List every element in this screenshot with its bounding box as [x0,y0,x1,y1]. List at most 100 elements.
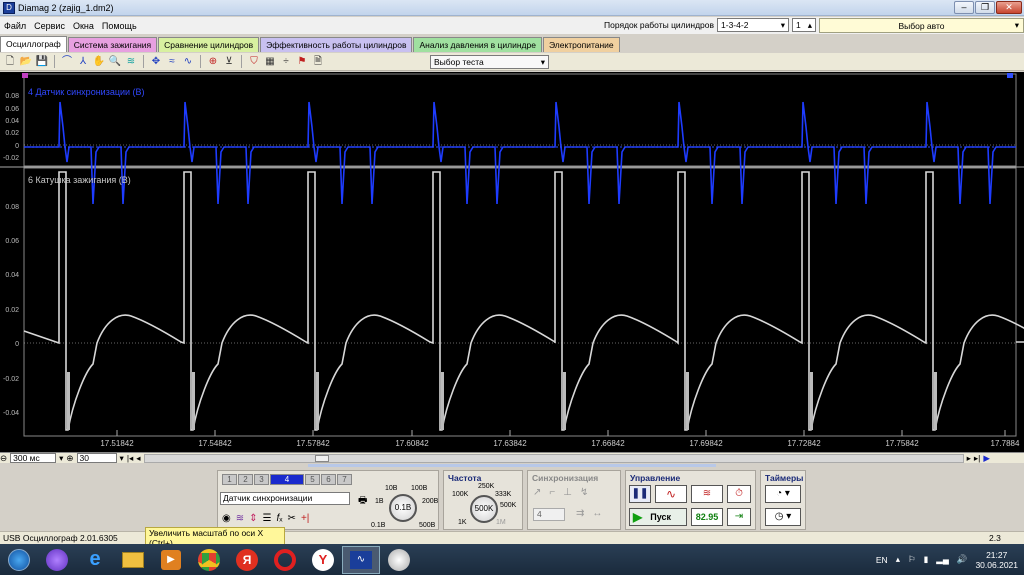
tab-cylinder-compare[interactable]: Сравнение цилиндров [158,37,260,52]
split-icon[interactable]: ÷ [279,55,293,69]
language-indicator[interactable]: EN [876,555,888,565]
channel-4-button[interactable]: 4 [270,474,304,485]
report-icon[interactable]: 🗎 [311,55,325,69]
tab-cylinder-efficiency[interactable]: Эффективность работы цилиндров [260,37,413,52]
noise-button[interactable]: ≋ [691,485,723,503]
horizontal-scrollbar[interactable] [143,453,964,463]
auto-select[interactable]: Выбор авто ▾ [819,18,1024,33]
count-select[interactable]: 30 [76,453,117,463]
eye-icon[interactable]: ◉ [222,513,231,524]
fit-icon[interactable]: ≋ [124,55,138,69]
last-page-icon[interactable]: ▸| [974,453,980,464]
explorer-icon[interactable] [114,546,152,574]
battery-icon[interactable]: ▮ [924,554,929,565]
first-page-icon[interactable]: |◂ [127,453,133,464]
timebase-select[interactable]: 300 мс [10,453,57,463]
signal-icon[interactable]: ≋ [236,513,244,524]
measure-icon[interactable]: ⅄ [76,55,90,69]
maximize-button[interactable]: ❐ [975,1,995,14]
filter-icon[interactable]: ⛉ [247,55,261,69]
cylinder-select[interactable]: 1 ▴ [792,18,817,32]
tab-pressure-analysis[interactable]: Анализ давления в цилиндре [413,37,542,52]
function-icon[interactable]: fₓ [276,513,282,524]
wave-icon[interactable]: ≈ [165,55,179,69]
channel-6-button[interactable]: 6 [321,474,336,485]
save-icon[interactable]: 💾 [35,55,49,69]
count-icon[interactable]: ⊕ [66,453,73,464]
next-icon[interactable]: ▸ [967,453,971,464]
table-icon[interactable]: ▦ [263,55,277,69]
pause-button[interactable]: ❚❚ [629,485,651,503]
close-button[interactable]: ✕ [996,1,1022,14]
sync-edge-icon[interactable]: ⇉ [576,508,584,519]
channel-1-button[interactable]: 1 [222,474,237,485]
overlay-icon[interactable]: ∿ [181,55,195,69]
sync-channel-select[interactable]: 4 [533,508,565,521]
printer-icon[interactable]: 🖶 [358,493,367,510]
yandex-browser-icon[interactable]: Y [304,546,342,574]
zoom-out-icon[interactable]: ⊖ [0,453,7,464]
menu-windows[interactable]: Окна [69,21,98,31]
sync-auto-icon[interactable]: ↯ [580,487,588,498]
alice-icon[interactable] [38,546,76,574]
sine-button[interactable]: ∿ [655,485,687,503]
paint-icon[interactable] [380,546,418,574]
auto-icon[interactable]: ⊕ [206,55,220,69]
play-icon[interactable]: ▶ [983,453,990,464]
minimize-button[interactable]: – [954,1,974,14]
marker-icon[interactable]: ⊻ [222,55,236,69]
channel-2-button[interactable]: 2 [238,474,253,485]
lines-icon[interactable]: ☰ [263,513,272,524]
menu-help[interactable]: Помощь [98,21,141,31]
auto-step-button[interactable]: ⇥ [727,508,751,526]
menu-service[interactable]: Сервис [30,21,69,31]
yandex-icon[interactable]: Я [228,546,266,574]
tab-ignition[interactable]: Система зажигания [67,37,158,52]
sync-rise-icon[interactable]: ↗ [533,487,541,498]
hand-icon[interactable]: ✋ [92,55,106,69]
sync-level-icon[interactable]: ⊥ [563,487,572,498]
oscilloscope-view[interactable]: 0.08 0.06 0.04 0.02 0 -0.02 0.08 0.06 0.04 0.02 0 -… [0,72,1024,452]
cylinder-order-select[interactable]: 1-3-4-2 ▾ [717,18,790,32]
prev-icon[interactable]: ◂ [136,453,140,464]
waveform-plot[interactable]: 0.08 0.06 0.04 0.02 0 -0.02 0.08 0.06 0.04 0.02 0 -… [0,72,1024,452]
network-icon[interactable]: ▂▄ [936,554,949,565]
scale-icon[interactable]: ⇕ [249,513,257,524]
zoom-icon[interactable]: 🔍 [108,55,122,69]
channel-7-button[interactable]: 7 [337,474,352,485]
tab-power[interactable]: Электропитание [542,37,620,52]
clock[interactable]: 21:27 30.06.2021 [975,550,1018,570]
timer-1-button[interactable]: ◔ ▾ [765,485,801,503]
sync-move-icon[interactable]: ↔ [592,508,602,519]
frequency-knob[interactable]: 250K 100K 333K 500K 1K 1M 500K [448,483,522,529]
tools-icon[interactable]: ✂ [288,513,296,524]
media-icon[interactable]: ▶ [152,546,190,574]
cursor-icon[interactable]: ⌒ [60,55,74,69]
menu-file[interactable]: Файл [0,21,30,31]
sync-fall-icon[interactable]: ⌐ [549,487,555,498]
chrome-icon[interactable] [190,546,228,574]
new-file-icon[interactable]: 🗋 [3,55,17,69]
volume-icon[interactable]: 🔊 [957,554,968,565]
flag-icon[interactable]: ⚑ [295,55,309,69]
expand-icon[interactable]: ✥ [149,55,163,69]
trigger-icon[interactable]: +| [301,513,309,524]
channel-3-button[interactable]: 3 [254,474,269,485]
start-button[interactable] [0,546,38,574]
source-select[interactable]: Датчик синхронизации [220,492,350,505]
tab-oscilloscope[interactable]: Осциллограф [0,36,67,52]
scroll-thumb[interactable] [314,454,329,462]
opera-icon[interactable] [266,546,304,574]
range-knob[interactable]: 10В 100В 1В 200В 0.1В 500В 0.1В [371,485,438,531]
open-folder-icon[interactable]: 📂 [19,55,33,69]
auto-timer-button[interactable]: ⏱ [727,485,751,503]
ie-icon[interactable]: e [76,546,114,574]
panel-slider[interactable] [308,464,716,467]
flag-icon[interactable]: ⚐ [908,554,916,565]
test-select[interactable]: Выбор теста ▾ [430,55,549,69]
start-button[interactable]: ▶ Пуск [629,508,687,526]
diamag-icon[interactable]: ∿ [342,545,380,574]
tray-arrow-icon[interactable]: ▴ [896,554,900,565]
timer-2-button[interactable]: ◷ ▾ [765,508,801,526]
channel-5-button[interactable]: 5 [305,474,320,485]
